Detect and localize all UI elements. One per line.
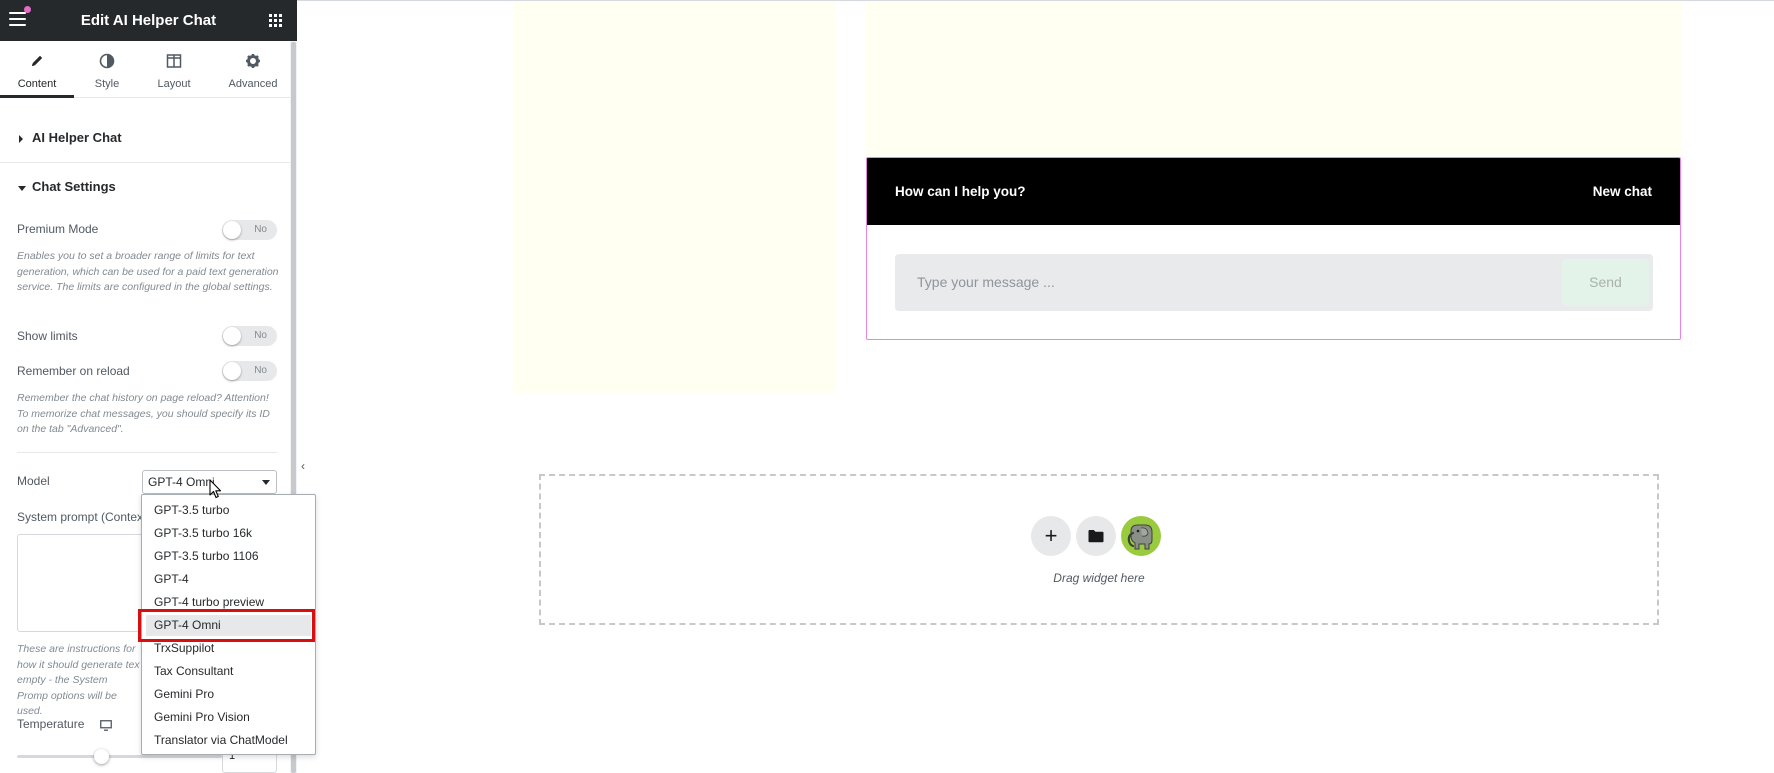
ai-helper-chat-widget[interactable]: How can I help you? New chat Type your m… — [866, 157, 1681, 340]
column-right[interactable] — [865, 1, 1681, 156]
slider-track — [17, 755, 222, 758]
premium-mode-toggle[interactable]: No — [222, 220, 277, 240]
panel-header: Edit AI Helper Chat — [0, 0, 297, 41]
model-option[interactable]: GPT-4 — [146, 569, 311, 590]
caret-right-icon — [19, 135, 23, 143]
model-option-label: Gemini Pro Vision — [154, 710, 250, 724]
drop-zone-hint: Drag widget here — [1053, 571, 1145, 585]
add-template-button[interactable] — [1076, 516, 1116, 556]
model-option[interactable]: Translator via ChatModel — [146, 730, 311, 751]
model-option[interactable]: Tax Consultant — [146, 661, 311, 682]
toggle-knob — [223, 362, 241, 380]
layout-icon — [137, 53, 211, 69]
folder-icon — [1088, 530, 1104, 543]
system-prompt-description: These are instructions for how it should… — [17, 643, 140, 717]
chevron-down-icon — [262, 480, 270, 485]
plus-icon: + — [1044, 523, 1058, 548]
model-select-value: GPT-4 Omni — [148, 475, 215, 489]
caret-down-icon — [18, 186, 26, 191]
toggle-value: No — [254, 224, 267, 235]
desktop-device-icon[interactable] — [100, 718, 112, 736]
toggle-value: No — [254, 365, 267, 376]
send-button[interactable]: Send — [1562, 259, 1649, 306]
model-option-label: Gemini Pro — [154, 687, 215, 701]
section-title: AI Helper Chat — [32, 130, 122, 145]
widget-drop-zone[interactable]: + Drag widget here — [539, 474, 1659, 625]
toggle-value: No — [254, 330, 267, 341]
model-option[interactable]: GPT-3.5 turbo 16k — [146, 523, 311, 544]
premium-mode-description: Enables you to set a broader range of li… — [17, 250, 279, 293]
gear-icon — [216, 53, 290, 69]
model-option-label: GPT-3.5 turbo — [154, 503, 230, 517]
model-label: Model — [17, 474, 50, 488]
model-option-label: Tax Consultant — [154, 664, 234, 678]
section-ai-helper-chat[interactable]: AI Helper Chat — [0, 114, 290, 163]
model-option[interactable]: GPT-3.5 turbo — [146, 500, 311, 521]
chat-header: How can I help you? New chat — [867, 158, 1680, 225]
column-left[interactable] — [514, 1, 836, 393]
chat-message-input[interactable]: Type your message ... — [917, 274, 1055, 290]
slider-handle[interactable] — [94, 749, 110, 764]
show-limits-label: Show limits — [17, 329, 78, 343]
model-option-label: GPT-3.5 turbo 1106 — [154, 549, 259, 563]
toggle-knob — [223, 221, 241, 239]
add-section-button[interactable]: + — [1031, 516, 1071, 556]
model-option-label: GPT-3.5 turbo 16k — [154, 526, 253, 540]
show-limits-toggle[interactable]: No — [222, 326, 277, 346]
panel-title: Edit AI Helper Chat — [80, 12, 217, 29]
divider — [17, 452, 277, 453]
chat-input-row: Type your message ... Send — [895, 254, 1653, 311]
section-chat-settings[interactable]: Chat Settings — [0, 163, 290, 212]
tab-layout[interactable]: Layout — [137, 41, 211, 98]
panel-tabs: Content Style Layout Advanced — [0, 41, 297, 98]
elephant-icon — [1127, 524, 1153, 550]
tab-label: Advanced — [228, 78, 278, 90]
model-option-label: GPT-4 — [154, 572, 189, 586]
elephant-addon-button[interactable] — [1121, 516, 1161, 556]
selection-highlight-box — [138, 609, 315, 642]
model-option[interactable]: GPT-3.5 turbo 1106 — [146, 546, 311, 567]
chevron-left-icon: ‹ — [301, 459, 305, 473]
tab-label: Content — [17, 78, 57, 90]
chat-title: How can I help you? — [895, 184, 1026, 199]
tab-label: Style — [94, 78, 120, 90]
collapse-panel-button[interactable]: ‹ — [297, 452, 313, 478]
half-circle-icon — [70, 53, 144, 69]
pencil-icon — [0, 53, 74, 69]
system-prompt-label: System prompt (Contex — [17, 510, 141, 524]
section-title: Chat Settings — [32, 179, 116, 194]
new-chat-button[interactable]: New chat — [1593, 184, 1652, 199]
toggle-knob — [223, 327, 241, 345]
widgets-grid-icon[interactable] — [269, 14, 283, 28]
temperature-label: Temperature — [17, 717, 85, 731]
model-option-label: Translator via ChatModel — [154, 733, 288, 747]
mouse-pointer-icon — [209, 479, 223, 499]
remember-on-reload-description: Remember the chat history on page reload… — [17, 392, 270, 435]
tab-style[interactable]: Style — [70, 41, 144, 98]
remember-on-reload-label: Remember on reload — [17, 364, 130, 378]
tab-label: Layout — [157, 78, 191, 90]
model-option-label: GPT-4 turbo preview — [154, 595, 265, 609]
tab-content[interactable]: Content — [0, 41, 74, 98]
remember-on-reload-toggle[interactable]: No — [222, 361, 277, 381]
model-option-label: TrxSuppilot — [154, 641, 215, 655]
tab-advanced[interactable]: Advanced — [216, 41, 290, 98]
model-option[interactable]: Gemini Pro — [146, 684, 311, 705]
model-option[interactable]: Gemini Pro Vision — [146, 707, 311, 728]
premium-mode-label: Premium Mode — [17, 222, 99, 236]
